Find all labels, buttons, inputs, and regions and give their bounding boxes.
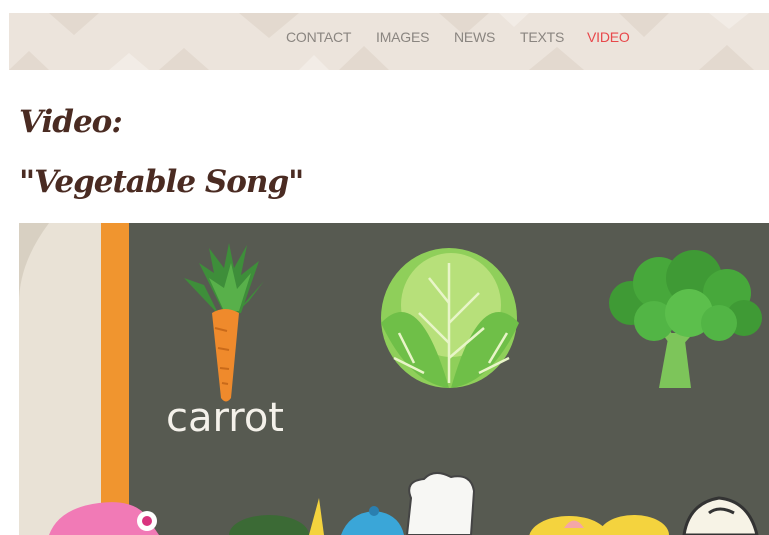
page-title: Video:	[19, 104, 123, 140]
video-frame: carrot	[19, 223, 769, 535]
chef-hat-character	[405, 472, 476, 535]
top-navigation-bar: CONTACT IMAGES NEWS TEXTS VIDEO	[9, 13, 769, 70]
orange-stripe	[101, 223, 129, 535]
nav-link-video[interactable]: VIDEO	[587, 29, 630, 45]
nav-link-news[interactable]: NEWS	[454, 29, 495, 45]
video-player[interactable]: carrot	[19, 223, 769, 535]
nav-link-images[interactable]: IMAGES	[376, 29, 429, 45]
carrot-caption: carrot	[166, 395, 284, 441]
nav-link-texts[interactable]: TEXTS	[520, 29, 564, 45]
nav-link-contact[interactable]: CONTACT	[286, 29, 351, 45]
video-title: "Vegetable Song"	[19, 164, 304, 200]
